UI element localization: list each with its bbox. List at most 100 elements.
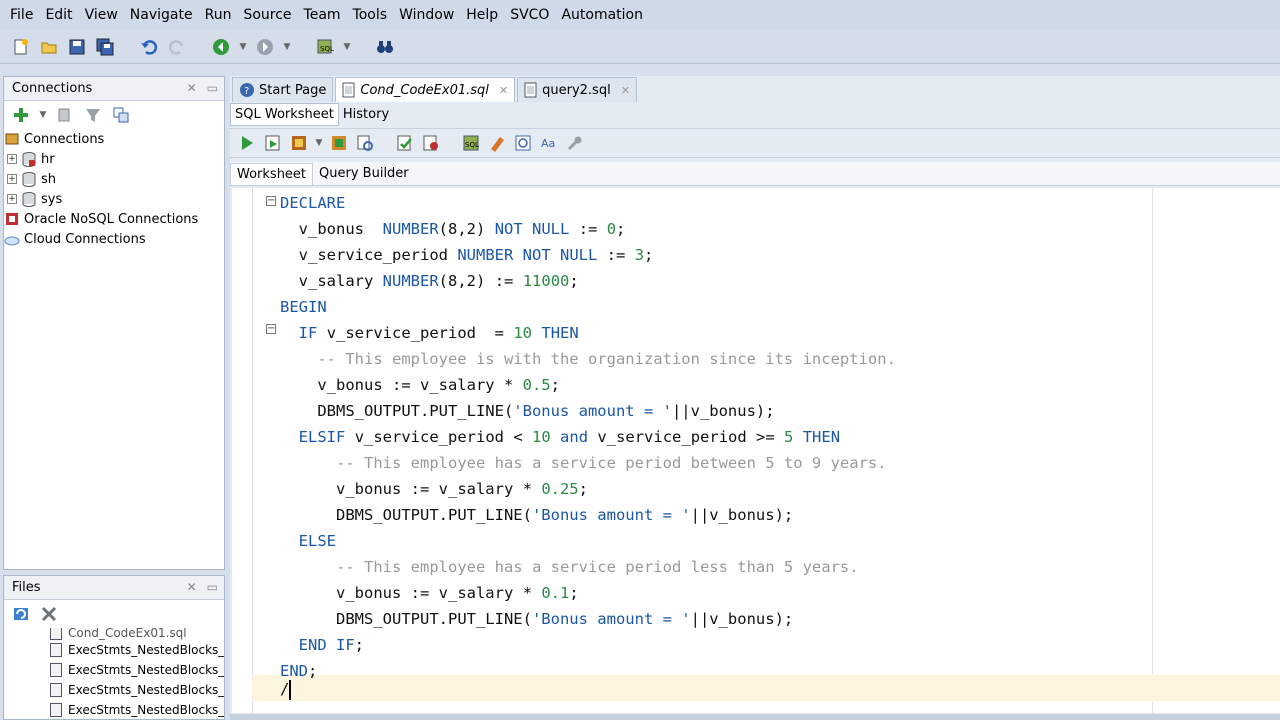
open-folder-icon[interactable] — [38, 36, 60, 58]
tab-history[interactable]: History — [339, 104, 393, 125]
autotrace-dropdown-icon[interactable]: ▼ — [314, 138, 324, 148]
new-file-icon[interactable] — [10, 36, 32, 58]
menu-file[interactable]: File — [4, 7, 39, 23]
add-connection-icon[interactable] — [10, 104, 32, 126]
connection-sys[interactable]: + sys — [4, 189, 224, 209]
close-icon[interactable]: ✕ — [187, 81, 197, 95]
tab-query2[interactable]: query2.sql ✕ — [517, 77, 637, 102]
sql-file-icon — [50, 628, 62, 640]
expand-icon[interactable]: + — [7, 154, 17, 164]
code-text: ; — [569, 272, 579, 290]
connections-panel-title: Connections — [12, 81, 93, 96]
menu-run[interactable]: Run — [199, 7, 238, 23]
file-item[interactable]: ExecStmts_NestedBlocks_C — [4, 680, 224, 700]
code-string: 'Bonus amount = ' — [531, 610, 691, 628]
tools-icon[interactable] — [564, 132, 586, 154]
rollback-icon[interactable] — [420, 132, 442, 154]
format-case-icon[interactable]: Aa — [538, 132, 560, 154]
delete-icon[interactable] — [38, 603, 60, 625]
menu-help[interactable]: Help — [460, 7, 504, 23]
code-line-20: / — [280, 676, 292, 702]
close-icon[interactable]: ✕ — [187, 580, 197, 594]
code-keyword: NUMBER — [382, 220, 439, 238]
filter-icon[interactable] — [82, 104, 104, 126]
save-all-icon[interactable] — [94, 36, 116, 58]
close-tab-icon[interactable]: ✕ — [499, 84, 508, 97]
connection-sh[interactable]: + sh — [4, 169, 224, 189]
code-editor[interactable]: − − DECLARE v_bonus NUMBER(8,2) NOT NULL… — [232, 188, 1280, 713]
commit-icon[interactable] — [394, 132, 416, 154]
document-tabs: ? Start Page Cond_CodeEx01.sql ✕ query2.… — [230, 76, 1280, 102]
explain-plan-icon[interactable] — [328, 132, 350, 154]
undo-icon[interactable] — [138, 36, 160, 58]
unshared-sql-icon[interactable]: SQL — [460, 132, 482, 154]
back-icon[interactable] — [210, 36, 232, 58]
file-item-partial[interactable]: Cond_CodeEx01.sql — [4, 628, 224, 640]
menu-edit[interactable]: Edit — [39, 7, 78, 23]
binoculars-icon[interactable] — [374, 36, 396, 58]
right-margin-line — [1152, 188, 1153, 713]
code-keyword: THEN — [802, 428, 841, 446]
tab-sql-worksheet[interactable]: SQL Worksheet — [230, 102, 339, 126]
menu-svco[interactable]: SVCO — [504, 7, 555, 23]
connections-root[interactable]: Connections — [4, 129, 224, 149]
database-dropdown-icon[interactable]: ▼ — [342, 42, 352, 52]
run-script-icon[interactable] — [262, 132, 284, 154]
connection-hr[interactable]: + hr — [4, 149, 224, 169]
file-item[interactable]: ExecStmts_NestedBlocks_C — [4, 700, 224, 720]
fold-toggle-icon[interactable]: − — [266, 196, 276, 206]
svg-text:?: ? — [244, 86, 249, 97]
minimize-icon[interactable]: ▭ — [207, 81, 218, 95]
code-identifier: v_service_period — [298, 246, 448, 264]
menu-navigate[interactable]: Navigate — [124, 7, 199, 23]
add-connection-dropdown-icon[interactable]: ▼ — [38, 110, 48, 120]
code-text: ; — [308, 662, 318, 680]
tab-query-builder[interactable]: Query Builder — [313, 163, 415, 185]
sql-history-icon[interactable] — [512, 132, 534, 154]
expand-icon[interactable]: + — [7, 194, 17, 204]
menu-view[interactable]: View — [79, 7, 124, 23]
refresh-icon[interactable] — [54, 104, 76, 126]
database-icon — [21, 151, 37, 167]
menu-window[interactable]: Window — [393, 7, 460, 23]
files-panel: Files ✕ ▭ Cond_CodeEx01.sql ExecStmts_Ne… — [3, 575, 225, 720]
cloud-connections[interactable]: Cloud Connections — [4, 229, 224, 249]
menu-automation[interactable]: Automation — [555, 7, 649, 23]
menu-team[interactable]: Team — [298, 7, 347, 23]
fold-toggle-icon[interactable]: − — [266, 324, 276, 334]
oracle-nosql-connections[interactable]: Oracle NoSQL Connections — [4, 209, 224, 229]
code-keyword: NUMBER — [382, 272, 439, 290]
tab-worksheet[interactable]: Worksheet — [230, 163, 314, 185]
database-connect-icon[interactable]: SQL — [314, 36, 336, 58]
tab-start-page[interactable]: ? Start Page — [232, 77, 334, 102]
code-line-4: v_salary NUMBER(8,2) := 11000; — [280, 268, 579, 294]
sql-tuning-icon[interactable] — [354, 132, 376, 154]
run-statement-icon[interactable] — [236, 132, 258, 154]
file-item[interactable]: ExecStmts_NestedBlocks_C — [4, 660, 224, 680]
autotrace-icon[interactable] — [288, 132, 310, 154]
menu-tools[interactable]: Tools — [347, 7, 394, 23]
refresh-files-icon[interactable] — [10, 603, 32, 625]
back-dropdown-icon[interactable]: ▼ — [238, 42, 248, 52]
cloud-label: Cloud Connections — [24, 231, 146, 247]
code-text: v_bonus := v_salary * — [317, 376, 523, 394]
menu-source[interactable]: Source — [237, 7, 297, 23]
tab-cond-codeex01[interactable]: Cond_CodeEx01.sql ✕ — [335, 77, 516, 102]
code-line-6: IF v_service_period = 10 THEN — [280, 320, 579, 346]
forward-dropdown-icon[interactable]: ▼ — [282, 42, 292, 52]
sql-file-icon — [342, 82, 355, 98]
code-line-2: v_bonus NUMBER(8,2) NOT NULL := 0; — [280, 216, 626, 242]
redo-icon[interactable] — [166, 36, 188, 58]
code-text: v_bonus := v_salary * — [336, 584, 542, 602]
forward-icon[interactable] — [254, 36, 276, 58]
clear-icon[interactable] — [486, 132, 508, 154]
file-label: ExecStmts_NestedBlocks_C — [68, 663, 224, 677]
expand-icon[interactable]: + — [7, 174, 17, 184]
schema-browser-icon[interactable] — [110, 104, 132, 126]
close-tab-icon[interactable]: ✕ — [621, 84, 630, 97]
svg-text:SQL: SQL — [320, 45, 334, 53]
file-item[interactable]: ExecStmts_NestedBlocks_C — [4, 640, 224, 660]
save-icon[interactable] — [66, 36, 88, 58]
minimize-icon[interactable]: ▭ — [207, 580, 218, 594]
code-line-9: DBMS_OUTPUT.PUT_LINE('Bonus amount = '||… — [280, 398, 774, 424]
